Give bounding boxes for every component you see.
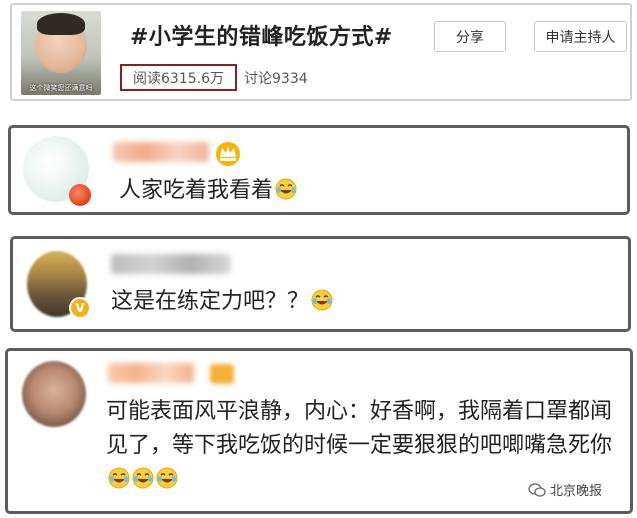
laugh-cry-icon xyxy=(108,467,130,489)
verified-badge-icon: V xyxy=(69,297,91,319)
watermark-label: 北京晚报 xyxy=(550,484,603,499)
discuss-count[interactable]: 讨论9334 xyxy=(244,68,308,88)
comment-text: 这是在练定力吧？？ xyxy=(111,285,333,319)
avatar[interactable] xyxy=(22,361,86,427)
comment-body: 可能表面风平浪静，内心：好香啊，我隔着口罩都闻见了，等下我吃饭的时候一定要狠狠的… xyxy=(106,399,613,458)
child-hair-image xyxy=(37,13,85,35)
comment-text: 人家吃着我看着 xyxy=(119,174,297,208)
laugh-cry-icon xyxy=(275,178,297,200)
share-button[interactable]: 分享 xyxy=(434,21,506,52)
laugh-cry-icon xyxy=(156,467,178,489)
topic-title[interactable]: #小学生的错峰吃饭方式# xyxy=(130,19,393,51)
blurred-username[interactable] xyxy=(111,254,231,274)
comment-body: 人家吃着我看着 xyxy=(119,178,274,203)
wechat-icon xyxy=(528,482,546,497)
topic-thumbnail[interactable]: 这个微笑您还满意吗 xyxy=(21,11,101,95)
comment-body: 这是在练定力吧？？ xyxy=(111,289,310,314)
comment-card: 人家吃着我看着 xyxy=(8,125,630,215)
watermark: 北京晚报 xyxy=(528,480,602,499)
blurred-username[interactable] xyxy=(113,142,209,162)
read-count: 阅读6315.6万 xyxy=(120,64,237,91)
topic-card: 这个微笑您还满意吗 #小学生的错峰吃饭方式# 分享 申请主持人 阅读6315.6… xyxy=(10,3,632,101)
laugh-cry-icon xyxy=(311,289,333,311)
blurred-username[interactable] xyxy=(108,363,194,383)
laugh-cry-icon xyxy=(132,467,154,489)
level-badge-icon xyxy=(210,364,234,384)
user-badge-icon xyxy=(69,184,91,206)
comment-card: V 这是在练定力吧？？ xyxy=(10,236,631,332)
crown-icon xyxy=(216,142,240,166)
apply-host-button[interactable]: 申请主持人 xyxy=(534,21,627,52)
thumbnail-caption: 这个微笑您还满意吗 xyxy=(29,84,93,92)
